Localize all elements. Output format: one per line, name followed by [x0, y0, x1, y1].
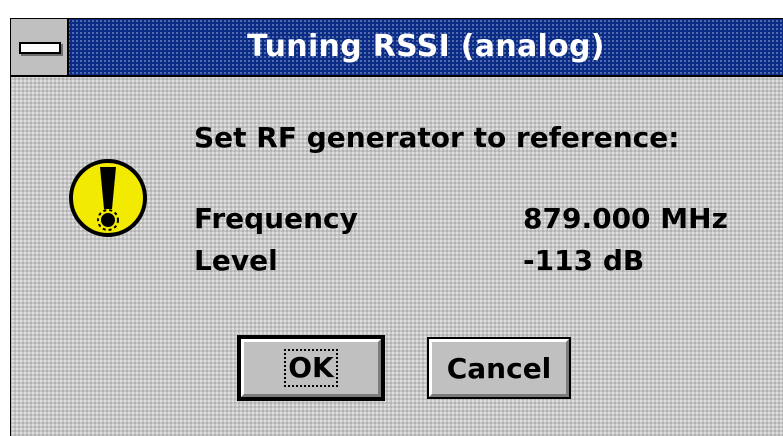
frequency-value: 879.000 MHz — [523, 202, 728, 235]
exclamation-icon — [69, 159, 147, 237]
system-menu-icon[interactable] — [11, 19, 69, 75]
cancel-button-label: Cancel — [446, 351, 552, 385]
ok-button[interactable]: OK — [237, 335, 385, 401]
instruction-text: Set RF generator to reference: — [194, 121, 680, 154]
ok-button-label: OK — [284, 349, 338, 387]
level-value: -113 dB — [523, 244, 645, 277]
level-label: Level — [194, 244, 278, 277]
frequency-label: Frequency — [194, 202, 358, 235]
window-title: Tuning RSSI (analog) — [247, 29, 605, 64]
tuning-dialog: Tuning RSSI (analog) Set RF generator to… — [10, 18, 783, 436]
cancel-button[interactable]: Cancel — [427, 337, 571, 399]
title-bar[interactable]: Tuning RSSI (analog) — [11, 19, 783, 77]
